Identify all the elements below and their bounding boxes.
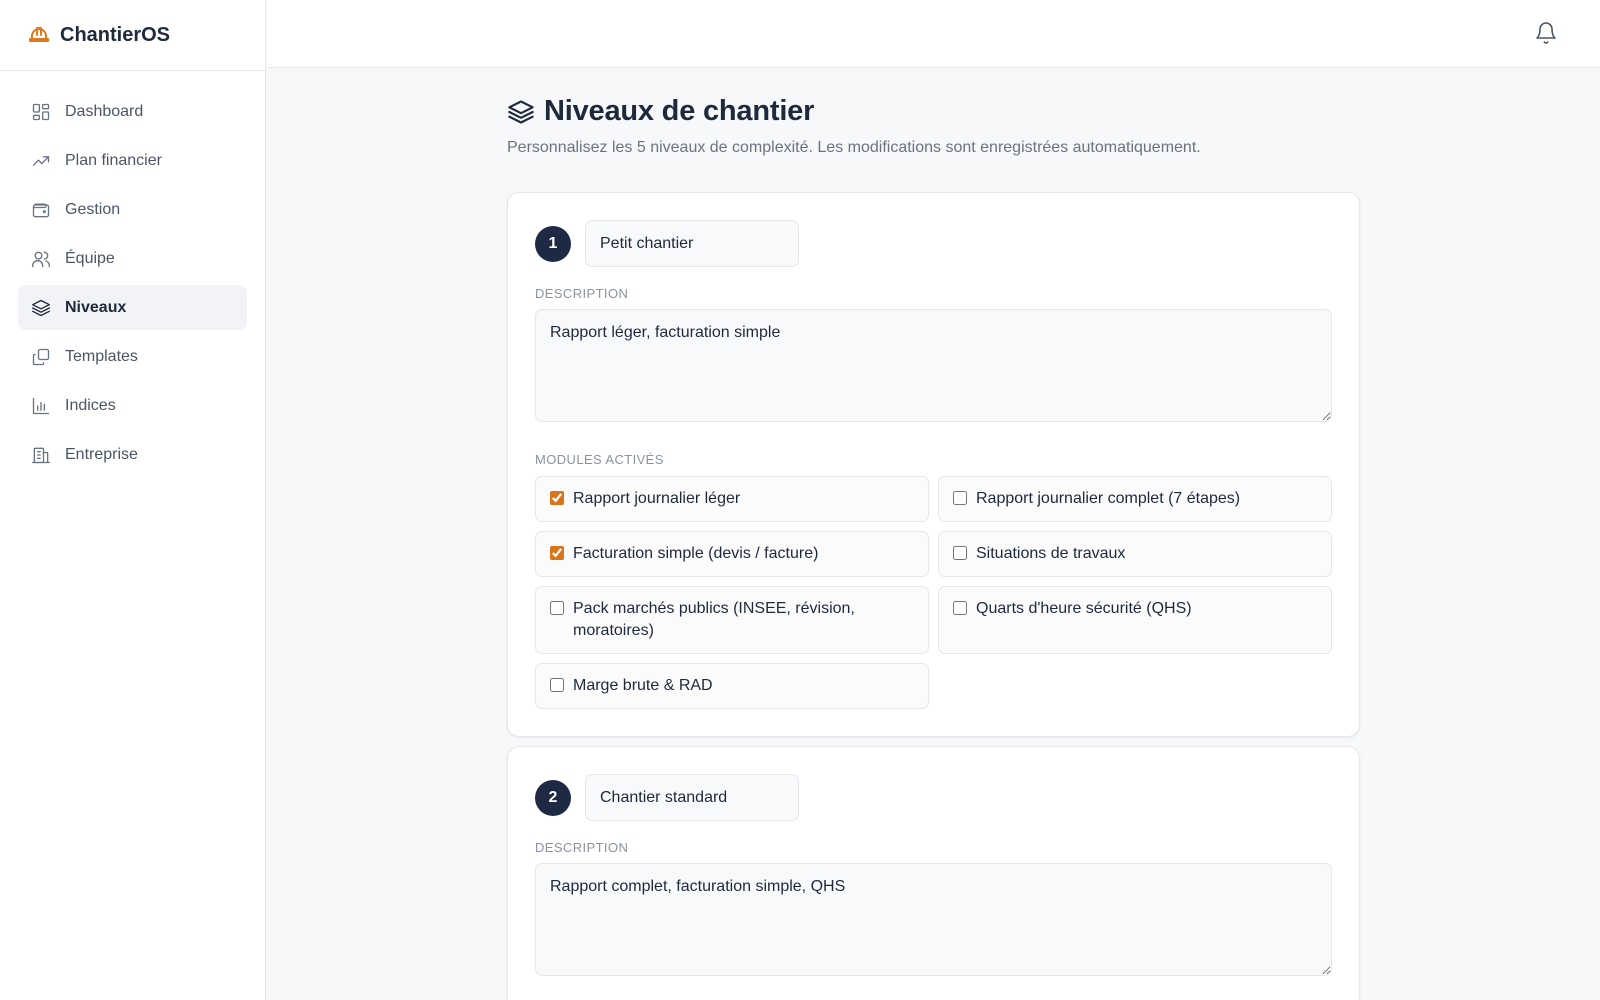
level-number-badge: 2	[535, 779, 571, 816]
module-checkbox[interactable]	[953, 546, 967, 560]
sidebar-item-label: Niveaux	[65, 298, 127, 316]
level-header: 2	[535, 774, 1332, 821]
sidebar-item-label: Templates	[65, 347, 138, 365]
sidebar-item-templates[interactable]: Templates	[18, 334, 247, 379]
modules-label: MODULES ACTIVÉS	[535, 452, 664, 467]
description-label: DESCRIPTION	[535, 286, 629, 301]
description-textarea[interactable]: Rapport complet, facturation simple, QHS	[535, 863, 1332, 976]
bell-icon	[1536, 22, 1556, 44]
description-textarea[interactable]: Rapport léger, facturation simple	[535, 309, 1332, 422]
hard-hat-icon	[29, 27, 49, 42]
module-option[interactable]: Rapport journalier léger	[535, 476, 929, 522]
module-label: Marge brute & RAD	[573, 677, 713, 694]
level-card: 2 DESCRIPTION Rapport complet, facturati…	[507, 746, 1360, 1000]
module-option[interactable]: Facturation simple (devis / facture)	[535, 531, 929, 577]
sidebar-item-indices[interactable]: Indices	[18, 383, 247, 428]
sidebar-item-equipe[interactable]: Équipe	[18, 236, 247, 281]
sidebar-item-dashboard[interactable]: Dashboard	[18, 89, 247, 134]
sidebar-item-gestion[interactable]: Gestion	[18, 187, 247, 232]
level-card: 1 DESCRIPTION Rapport léger, facturation…	[507, 192, 1360, 737]
users-icon	[31, 251, 50, 267]
module-option[interactable]: Marge brute & RAD	[535, 663, 929, 709]
sidebar-item-label: Dashboard	[65, 102, 144, 120]
modules-grid: Rapport journalier léger Rapport journal…	[535, 476, 1332, 709]
module-label: Pack marchés publics (INSEE, révision, m…	[573, 600, 855, 639]
description-label: DESCRIPTION	[535, 840, 629, 855]
brand[interactable]: ChantierOS	[0, 0, 265, 71]
sidebar-item-label: Entreprise	[65, 445, 138, 463]
module-checkbox[interactable]	[550, 491, 564, 505]
page-subtitle: Personnalisez les 5 niveaux de complexit…	[507, 139, 1201, 156]
wallet-icon	[32, 203, 50, 217]
page-header: Niveaux de chantier	[507, 95, 1360, 128]
trending-up-icon	[32, 155, 50, 166]
module-checkbox[interactable]	[953, 601, 967, 615]
brand-name: ChantierOS	[60, 23, 171, 46]
module-label: Rapport journalier léger	[573, 490, 741, 507]
page-title: Niveaux de chantier	[544, 95, 815, 127]
sidebar-item-label: Équipe	[65, 249, 115, 267]
sidebar-item-niveaux[interactable]: Niveaux	[18, 285, 247, 330]
copy-icon	[32, 348, 50, 365]
module-option[interactable]: Situations de travaux	[938, 531, 1332, 577]
layers-icon	[508, 99, 534, 124]
sidebar-item-entreprise[interactable]: Entreprise	[18, 432, 247, 477]
module-label: Situations de travaux	[976, 545, 1126, 562]
sidebar-item-label: Gestion	[65, 200, 121, 218]
sidebar-item-label: Plan financier	[65, 151, 162, 169]
layers-icon	[31, 299, 50, 316]
building-icon	[31, 447, 50, 463]
module-checkbox[interactable]	[550, 546, 564, 560]
bar-chart-icon	[32, 397, 50, 414]
sidebar-item-label: Indices	[65, 396, 116, 414]
sidebar-nav: Dashboard Plan financier Gestion Équipe …	[0, 71, 265, 477]
module-option[interactable]: Quarts d'heure sécurité (QHS)	[938, 586, 1332, 654]
level-name-input[interactable]	[585, 220, 799, 267]
sidebar: ChantierOS Dashboard Plan financier Gest…	[0, 0, 266, 1000]
level-header: 1	[535, 220, 1332, 267]
main-content: Niveaux de chantier Personnalisez les 5 …	[507, 68, 1360, 1000]
module-label: Quarts d'heure sécurité (QHS)	[976, 600, 1192, 617]
level-name-input[interactable]	[585, 774, 799, 821]
sidebar-item-plan-financier[interactable]: Plan financier	[18, 138, 247, 183]
dashboard-icon	[32, 103, 50, 120]
module-checkbox[interactable]	[550, 601, 564, 615]
notifications-button[interactable]	[1534, 21, 1558, 45]
module-checkbox[interactable]	[550, 678, 564, 692]
module-label: Rapport journalier complet (7 étapes)	[976, 490, 1241, 507]
module-label: Facturation simple (devis / facture)	[573, 545, 819, 562]
module-option[interactable]: Pack marchés publics (INSEE, révision, m…	[535, 586, 929, 654]
top-bar	[267, 0, 1600, 68]
level-number-badge: 1	[535, 225, 571, 262]
module-option[interactable]: Rapport journalier complet (7 étapes)	[938, 476, 1332, 522]
module-checkbox[interactable]	[953, 491, 967, 505]
